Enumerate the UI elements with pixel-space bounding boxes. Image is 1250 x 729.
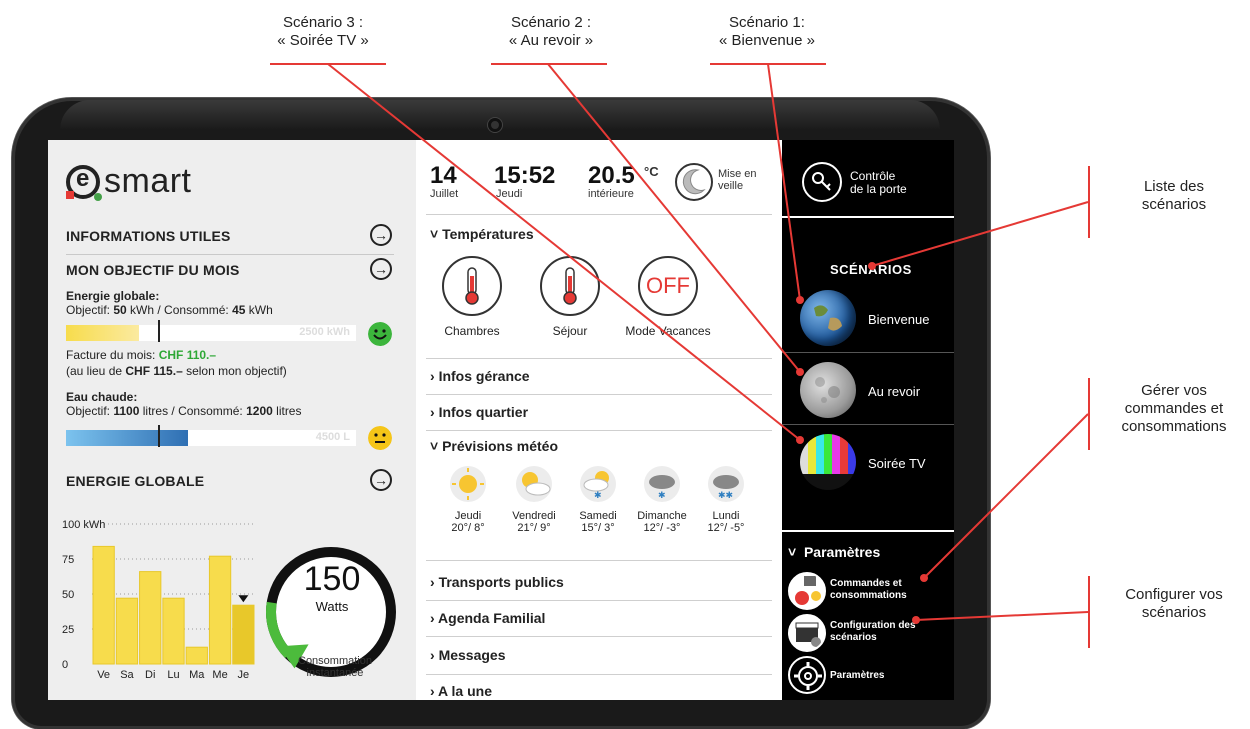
callout-dot-config [912, 616, 920, 624]
callout-lines [327, 63, 1089, 624]
callout-dot-scenario2 [796, 368, 804, 376]
callout-line-list [871, 201, 1089, 267]
callout-line-scenario3 [327, 63, 801, 441]
callout-dot-scenario1 [796, 296, 804, 304]
callout-dot-manage [920, 574, 928, 582]
callout-line-scenario1 [767, 63, 801, 301]
callout-line-manage [923, 413, 1089, 579]
callout-dot-scenario3 [796, 436, 804, 444]
stage: Scénario 3 : « Soirée TV » Scénario 2 : … [0, 0, 1250, 729]
callout-line-scenario2 [547, 63, 801, 373]
callout-line-config [915, 611, 1089, 621]
callout-dot-list [868, 262, 876, 270]
